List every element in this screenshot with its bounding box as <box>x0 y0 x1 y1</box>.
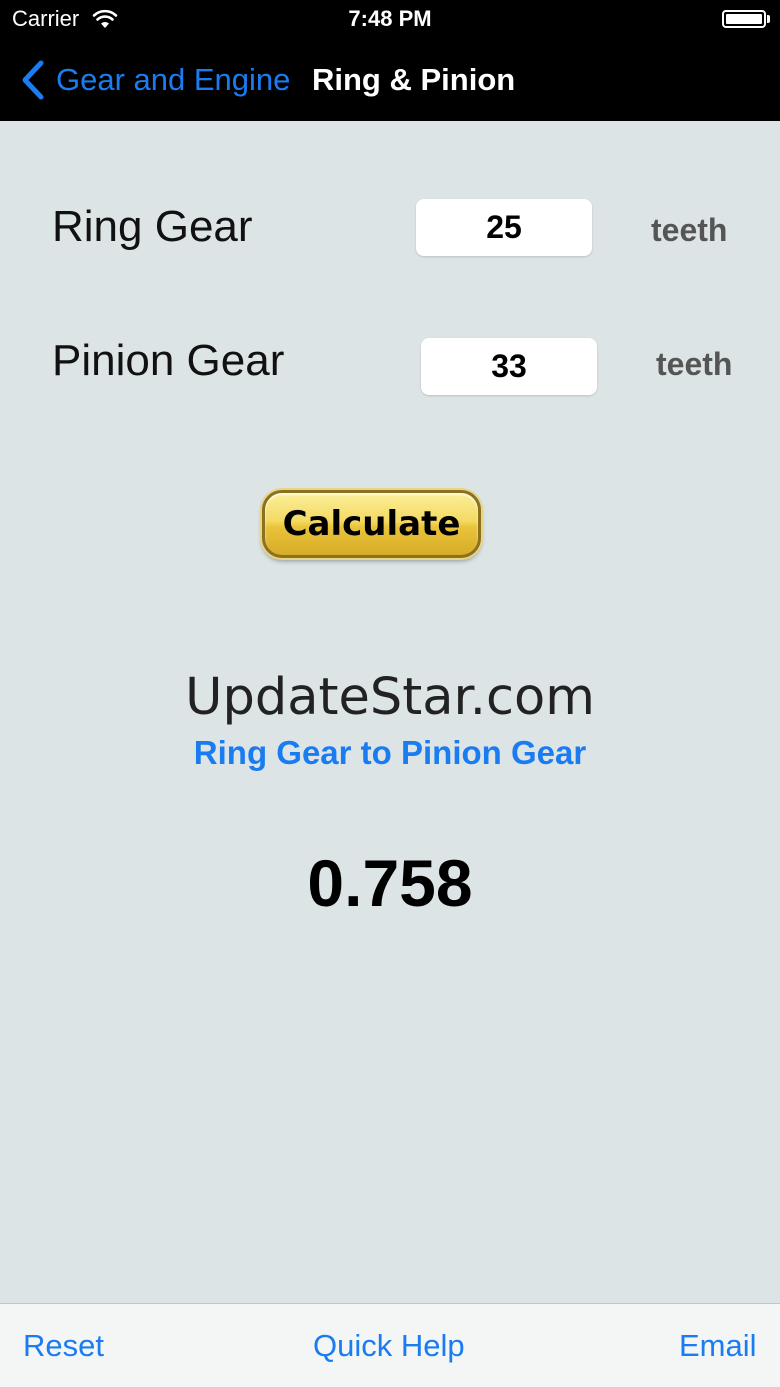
calculate-button[interactable]: Calculate <box>262 490 481 558</box>
ring-gear-input[interactable] <box>416 199 592 256</box>
ring-gear-unit: teeth <box>651 212 728 248</box>
battery-icon <box>722 10 766 28</box>
chevron-left-icon <box>20 60 46 100</box>
navigation-bar: Gear and Engine Ring & Pinion <box>0 40 780 121</box>
page-title: Ring & Pinion <box>312 62 516 97</box>
result-value: 0.758 <box>307 846 473 920</box>
quick-help-button[interactable]: Quick Help <box>313 1328 465 1364</box>
battery-tip <box>767 15 770 23</box>
email-button[interactable]: Email <box>679 1328 757 1364</box>
ring-gear-label: Ring Gear <box>52 202 253 251</box>
pinion-gear-input[interactable] <box>421 338 597 395</box>
pinion-gear-unit: teeth <box>656 346 733 382</box>
clock: 7:48 PM <box>348 6 432 31</box>
status-bar: Carrier 7:48 PM <box>0 0 780 40</box>
bottom-toolbar: Reset Quick Help Email <box>0 1303 780 1387</box>
pinion-gear-label: Pinion Gear <box>52 336 285 385</box>
result-description: Ring Gear to Pinion Gear <box>193 734 587 771</box>
back-button[interactable]: Gear and Engine <box>20 58 290 102</box>
brand-text: UpdateStar.com <box>185 668 595 727</box>
back-button-label: Gear and Engine <box>56 62 291 97</box>
reset-button[interactable]: Reset <box>23 1328 104 1364</box>
